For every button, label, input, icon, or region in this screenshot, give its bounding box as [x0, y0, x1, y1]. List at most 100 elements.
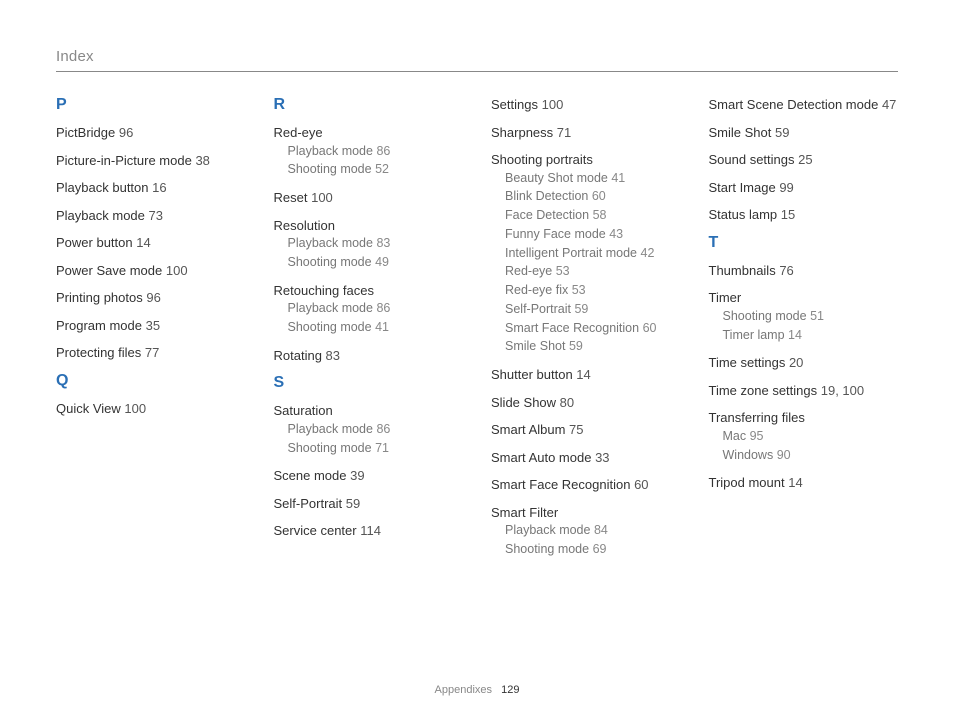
index-sub-entry: Shooting mode 71: [288, 439, 464, 458]
index-sub-page: 95: [750, 429, 764, 443]
index-sub-page: 86: [376, 144, 390, 158]
index-entry-title: Protecting files: [56, 345, 141, 360]
index-entry-title: Smile Shot: [709, 125, 772, 140]
index-entry-page: 16: [152, 180, 166, 195]
index-entry: Self-Portrait 59: [274, 495, 464, 513]
index-sub-entry: Mac 95: [723, 427, 899, 446]
index-sub-page: 52: [375, 162, 389, 176]
index-sub-entry: Timer lamp 14: [723, 326, 899, 345]
index-sub-page: 41: [611, 171, 625, 185]
index-letter-heading: S: [274, 374, 464, 392]
index-entry: Service center 114: [274, 522, 464, 540]
index-sub-entry: Playback mode 83: [288, 234, 464, 253]
index-letter-heading: T: [709, 234, 899, 252]
index-columns: PPictBridge 96Picture-in-Picture mode 38…: [56, 96, 898, 569]
index-entry-title: Smart Face Recognition: [491, 477, 630, 492]
index-entry: SaturationPlayback mode 86Shooting mode …: [274, 402, 464, 457]
index-entry-title: Smart Album: [491, 422, 565, 437]
index-entry-page: 59: [346, 496, 360, 511]
index-sub-entry: Face Detection 58: [505, 206, 681, 225]
index-entry-title: Red-eye: [274, 125, 323, 140]
page-footer: Appendixes 129: [0, 684, 954, 696]
index-entry-page: 96: [119, 125, 133, 140]
index-sub-entry: Shooting mode 52: [288, 160, 464, 179]
index-entry-title: PictBridge: [56, 125, 115, 140]
index-entry: Slide Show 80: [491, 394, 681, 412]
index-sub-title: Windows: [723, 448, 774, 462]
index-entry-page: 14: [788, 475, 802, 490]
index-entry: Program mode 35: [56, 317, 246, 335]
index-sub-page: 90: [777, 448, 791, 462]
index-sub-entry: Playback mode 86: [288, 299, 464, 318]
index-sub-title: Smile Shot: [505, 339, 565, 353]
index-entry: Start Image 99: [709, 179, 899, 197]
index-sub-page: 51: [810, 309, 824, 323]
index-sub-title: Playback mode: [288, 301, 373, 315]
index-sub-title: Shooting mode: [288, 441, 372, 455]
index-entry-page: 38: [195, 153, 209, 168]
index-sub-title: Beauty Shot mode: [505, 171, 608, 185]
index-sub-page: 43: [609, 227, 623, 241]
index-entry: Timer Shooting mode 51Timer lamp 14: [709, 289, 899, 344]
index-entry-title: Retouching faces: [274, 283, 374, 298]
index-entry-title: Power Save mode: [56, 263, 162, 278]
index-entry-title: Shooting portraits: [491, 152, 593, 167]
index-entry: Smart Scene Detection mode 47: [709, 96, 899, 114]
index-entry-title: Playback button: [56, 180, 149, 195]
index-entry-title: Picture-in-Picture mode: [56, 153, 192, 168]
index-entry-title: Power button: [56, 235, 133, 250]
index-entry-title: Timer: [709, 290, 742, 305]
index-sub-entry: Funny Face mode 43: [505, 225, 681, 244]
index-sub-entry: Playback mode 84: [505, 521, 681, 540]
index-sub-title: Shooting mode: [288, 162, 372, 176]
index-sub-page: 49: [375, 255, 389, 269]
index-entry-title: Self-Portrait: [274, 496, 343, 511]
index-entry-page: 80: [560, 395, 574, 410]
index-sub-entry: Shooting mode 51: [723, 307, 899, 326]
index-entry: Tripod mount 14: [709, 474, 899, 492]
index-entry-page: 75: [569, 422, 583, 437]
index-sub-entry: Playback mode 86: [288, 142, 464, 161]
index-sub-page: 86: [376, 422, 390, 436]
index-sub-title: Face Detection: [505, 208, 589, 222]
index-entry-page: 76: [779, 263, 793, 278]
index-entry-title: Reset: [274, 190, 308, 205]
index-entry-title: Shutter button: [491, 367, 573, 382]
index-sub-entry: Self-Portrait 59: [505, 300, 681, 319]
index-column: RRed-eyePlayback mode 86Shooting mode 52…: [274, 96, 464, 569]
index-entry-page: 47: [882, 97, 896, 112]
index-entry-page: 77: [145, 345, 159, 360]
index-entry: Smart FilterPlayback mode 84Shooting mod…: [491, 504, 681, 559]
index-entry-title: Settings: [491, 97, 538, 112]
index-sub-entry: Shooting mode 69: [505, 540, 681, 559]
index-sub-entry: Windows 90: [723, 446, 899, 465]
index-entry: Transferring filesMac 95Windows 90: [709, 409, 899, 464]
index-entry: Smart Auto mode 33: [491, 449, 681, 467]
index-entry: Settings 100: [491, 96, 681, 114]
index-entry: Smile Shot 59: [709, 124, 899, 142]
index-entry: PictBridge 96: [56, 124, 246, 142]
index-entry: Smart Face Recognition 60: [491, 476, 681, 494]
index-sub-entry: Blink Detection 60: [505, 187, 681, 206]
index-sub-page: 14: [788, 328, 802, 342]
index-entry-page: 33: [595, 450, 609, 465]
index-entry-page: 60: [634, 477, 648, 492]
index-sub-page: 60: [643, 321, 657, 335]
index-entry: Time settings 20: [709, 354, 899, 372]
index-entry-title: Sharpness: [491, 125, 553, 140]
index-sub-page: 71: [375, 441, 389, 455]
index-entry: ResolutionPlayback mode 83Shooting mode …: [274, 217, 464, 272]
index-sub-entry: Red-eye fix 53: [505, 281, 681, 300]
index-entry-title: Rotating: [274, 348, 322, 363]
index-sub-title: Red-eye fix: [505, 283, 568, 297]
index-entry-title: Smart Filter: [491, 505, 558, 520]
footer-page-number: 129: [501, 684, 519, 696]
index-sub-title: Shooting mode: [288, 320, 372, 334]
index-sub-title: Blink Detection: [505, 189, 588, 203]
index-entry-title: Printing photos: [56, 290, 143, 305]
index-entry: Power Save mode 100: [56, 262, 246, 280]
index-entry-title: Program mode: [56, 318, 142, 333]
index-sub-title: Mac: [723, 429, 747, 443]
index-entry-title: Slide Show: [491, 395, 556, 410]
index-entry-title: Smart Auto mode: [491, 450, 591, 465]
